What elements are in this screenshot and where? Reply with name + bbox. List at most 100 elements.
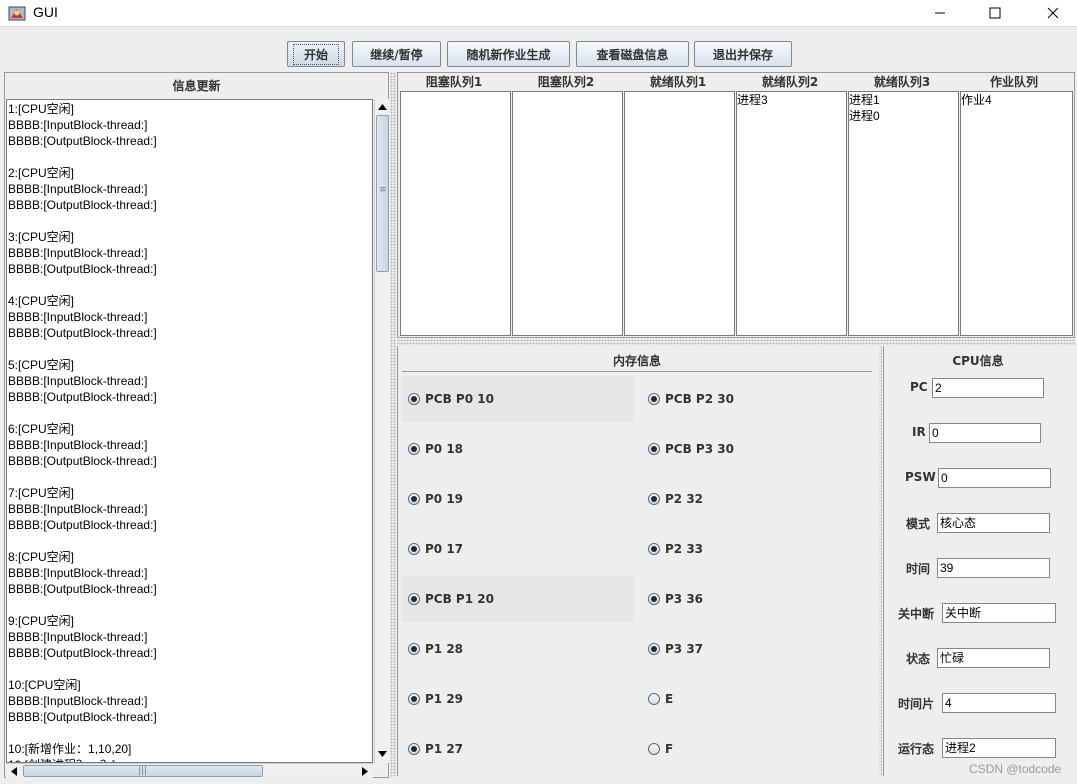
vertical-splitter[interactable] (390, 72, 396, 778)
queue-item[interactable]: 进程0 (849, 108, 958, 124)
memory-radio[interactable]: P3 37 (642, 626, 874, 672)
radio-icon (408, 643, 420, 655)
window-title: GUI (33, 4, 58, 20)
continue-pause-button[interactable]: 继续/暂停 (352, 41, 441, 67)
memory-label: E (665, 692, 674, 706)
info-log-line (8, 533, 372, 549)
memory-radio[interactable]: PCB P1 20 (402, 576, 634, 622)
queue-list[interactable]: 作业4 (960, 91, 1073, 336)
maximize-button[interactable] (972, 0, 1018, 26)
cpu-field-input[interactable]: 0 (929, 423, 1041, 443)
radio-icon (648, 743, 660, 755)
info-log-line: 3:[CPU空闲] (8, 230, 75, 244)
random-job-button[interactable]: 随机新作业生成 (447, 41, 570, 67)
close-button[interactable] (1030, 0, 1076, 26)
scrollbar-thumb[interactable]: ≡ (376, 115, 389, 272)
info-log-line: BBBB:[InputBlock-thread:] (8, 118, 148, 132)
memory-radio[interactable]: P1 28 (402, 626, 634, 672)
disk-info-label: 查看磁盘信息 (596, 47, 669, 62)
queues-panel: 阻塞队列1 阻塞队列2 就绪队列1 就绪队列2 进程3 就绪队列3 进程1 进程0 作业队列 作业… (397, 72, 1075, 338)
info-log-line: 10:[新增作业：1,10,20] (8, 742, 132, 756)
queue-list[interactable] (624, 91, 735, 336)
cpu-field-input[interactable]: 进程2 (942, 738, 1056, 758)
hscrollbar-thumb[interactable]: ||| (23, 765, 263, 777)
queue-column: 就绪队列2 进程3 (734, 73, 847, 337)
info-log-line: BBBB:[InputBlock-thread:] (8, 630, 148, 644)
memory-label: F (665, 742, 674, 756)
info-log-line (8, 277, 372, 293)
memory-radio[interactable]: PCB P2 30 (642, 376, 874, 422)
memory-radio[interactable]: PCB P0 10 (402, 376, 634, 422)
horizontal-splitter[interactable] (397, 339, 1075, 345)
radio-icon (408, 593, 420, 605)
memory-radio[interactable]: P0 17 (402, 526, 634, 572)
memory-label: PCB P2 30 (665, 392, 734, 406)
info-log-textarea[interactable]: 1:[CPU空闲] BBBB:[InputBlock-thread:] BBBB:[… (6, 99, 373, 763)
random-job-label: 随机新作业生成 (466, 47, 551, 62)
cpu-field-input[interactable]: 关中断 (942, 603, 1056, 623)
info-log-line: 8:[CPU空闲] (8, 550, 75, 564)
radio-icon (648, 493, 660, 505)
scroll-left-arrow-icon[interactable] (6, 764, 22, 779)
memory-radio[interactable]: P0 18 (402, 426, 634, 472)
queue-list[interactable]: 进程1 进程0 (848, 91, 959, 336)
memory-radio[interactable]: P2 32 (642, 476, 874, 522)
scroll-up-arrow-icon[interactable] (375, 99, 390, 115)
memory-left-column: PCB P0 10 P0 18 P0 19 P0 17 PCB P1 20 P1 28 P1… (402, 376, 634, 776)
queue-item[interactable]: 作业4 (961, 92, 1072, 108)
queue-list[interactable] (512, 91, 623, 336)
cpu-field-label: 运行态 (898, 742, 935, 756)
queue-list[interactable] (400, 91, 511, 336)
cpu-field-input[interactable]: 39 (937, 558, 1050, 578)
exit-save-button[interactable]: 退出并保存 (694, 41, 792, 67)
cpu-field-input[interactable]: 核心态 (937, 513, 1050, 533)
cpu-field-row: 关中断 关中断 (884, 603, 1072, 623)
memory-radio[interactable]: P3 36 (642, 576, 874, 622)
memory-radio[interactable]: E (642, 676, 874, 722)
info-log-line (8, 597, 372, 613)
info-log-line: BBBB:[InputBlock-thread:] (8, 246, 148, 260)
info-log-line: BBBB:[OutputBlock-thread:] (8, 134, 157, 148)
memory-radio[interactable]: F (642, 726, 874, 772)
info-log-line (8, 341, 372, 357)
start-button[interactable]: 开始 (287, 41, 345, 67)
cpu-field-input[interactable]: 忙碌 (937, 648, 1050, 668)
info-log-line: 5:[CPU空闲] (8, 358, 75, 372)
info-log-line (8, 405, 372, 421)
cpu-field-label: 状态 (906, 652, 931, 666)
disk-info-button[interactable]: 查看磁盘信息 (576, 41, 689, 67)
info-horizontal-scrollbar[interactable]: ||| (6, 763, 373, 778)
cpu-field-row: PSW 0 (884, 468, 1072, 488)
radio-icon (648, 593, 660, 605)
info-log-line: 2:[CPU空闲] (8, 166, 75, 180)
memory-label: P3 37 (665, 642, 704, 656)
memory-radio[interactable]: P1 27 (402, 726, 634, 772)
queue-item[interactable]: 进程3 (737, 92, 846, 108)
memory-label: P0 18 (425, 442, 464, 456)
memory-radio[interactable]: P0 19 (402, 476, 634, 522)
cpu-field-row: IR 0 (884, 423, 1072, 443)
scroll-down-arrow-icon[interactable] (375, 746, 390, 762)
memory-label: PCB P0 10 (425, 392, 494, 406)
queue-list[interactable]: 进程3 (736, 91, 847, 336)
cpu-field-input[interactable]: 2 (932, 378, 1044, 398)
memory-label: P3 36 (665, 592, 704, 606)
memory-radio[interactable]: P2 33 (642, 526, 874, 572)
cpu-field-input[interactable]: 4 (942, 693, 1056, 713)
queue-item[interactable]: 进程1 (849, 92, 958, 108)
scroll-right-arrow-icon[interactable] (357, 764, 373, 779)
cpu-field-row: PC 2 (884, 378, 1072, 398)
memory-radio[interactable]: PCB P3 30 (642, 426, 874, 472)
info-log-line (8, 213, 372, 229)
minimize-button[interactable] (917, 0, 963, 26)
queue-header: 就绪队列3 (873, 75, 931, 89)
queue-column: 作业队列 作业4 (958, 73, 1073, 337)
info-vertical-scrollbar[interactable]: ≡ (374, 99, 389, 763)
queue-header: 就绪队列2 (761, 75, 819, 89)
memory-label: P2 32 (665, 492, 704, 506)
cpu-field-input[interactable]: 0 (938, 468, 1051, 488)
memory-radio[interactable]: P1 29 (402, 676, 634, 722)
info-log-line (8, 469, 372, 485)
cpu-field-row: 状态 忙碌 (884, 648, 1072, 668)
memory-title: 内存信息 (402, 350, 872, 372)
